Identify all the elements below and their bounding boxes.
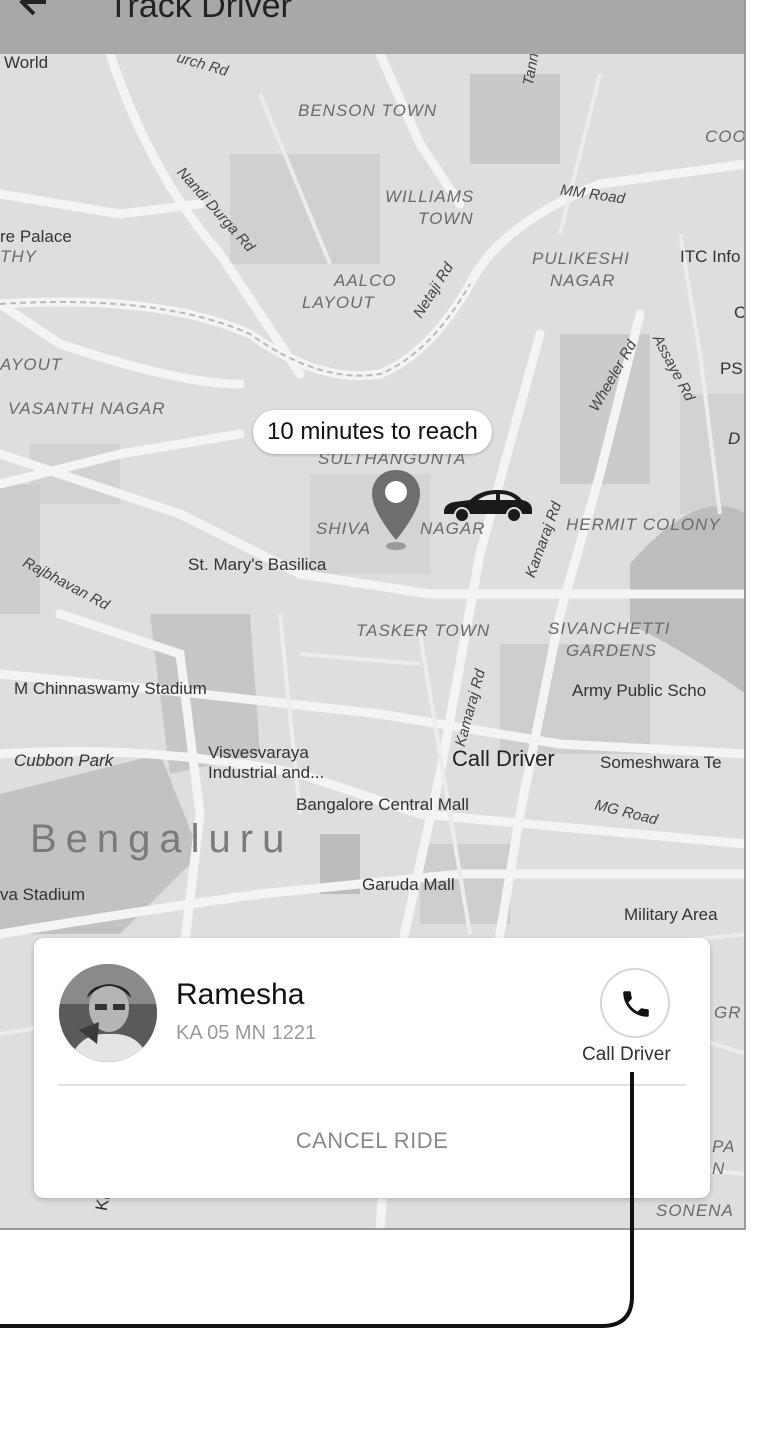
divider: [58, 1084, 686, 1086]
app-bar: Track Driver: [0, 0, 744, 54]
map-label: SONENA: [656, 1201, 734, 1220]
map-label: SIVANCHETTI: [548, 619, 671, 638]
call-driver-button[interactable]: [600, 968, 670, 1038]
driver-card: Ramesha KA 05 MN 1221 Call Driver CANCEL…: [34, 938, 710, 1198]
poi-label: Army Public Scho: [572, 681, 707, 700]
poi-label: C: [734, 303, 746, 322]
back-arrow-icon[interactable]: [16, 0, 56, 22]
call-driver-map-label: Call Driver: [452, 746, 555, 771]
poi-label: va Stadium: [0, 885, 86, 904]
map-label: SHIVA: [316, 519, 372, 538]
poi-label: Someshwara Te: [600, 753, 722, 772]
map-label: TOWN: [418, 209, 474, 228]
avatar: [59, 964, 157, 1062]
poi-label: ITC Info: [680, 247, 741, 266]
poi-label: World: [4, 53, 49, 72]
poi-label: Industrial and...: [208, 763, 325, 782]
page-title: Track Driver: [108, 0, 292, 25]
map-label: N: [712, 1159, 726, 1178]
map-label: VASANTH NAGAR: [8, 399, 166, 418]
map-label: LAYOUT: [302, 293, 375, 312]
cancel-ride-button[interactable]: CANCEL RIDE: [34, 1128, 710, 1154]
map-label: TASKER TOWN: [356, 621, 491, 640]
map-label: BENSON TOWN: [298, 101, 438, 120]
poi-label: Military Area: [624, 905, 718, 924]
poi-label: Cubbon Park: [14, 751, 114, 770]
map-label: HERMIT COLONY: [566, 515, 721, 534]
poi-label: PS: [720, 359, 743, 378]
eta-bubble: 10 minutes to reach: [253, 410, 492, 454]
vehicle-plate: KA 05 MN 1221: [176, 1022, 317, 1044]
poi-label: Garuda Mall: [362, 875, 455, 894]
driver-name: Ramesha: [176, 978, 305, 1011]
map-label: AALCO: [334, 271, 397, 290]
poi-label: Visvesvaraya: [208, 743, 309, 762]
poi-label: Bangalore Central Mall: [296, 795, 469, 814]
phone-icon: [623, 991, 649, 1017]
map-label: PULIKESHI: [532, 249, 630, 268]
phone-screen: Track Driver BENSON TOWN WILLIAMS TOWN A…: [0, 0, 746, 1230]
poi-label: M Chinnaswamy Stadium: [14, 679, 207, 698]
poi-label: St. Mary's Basilica: [188, 555, 327, 574]
city-label: Bengaluru: [30, 817, 294, 861]
location-pin-icon: [372, 470, 420, 550]
map-label: GARDENS: [566, 641, 658, 660]
map-label: COO: [705, 127, 746, 146]
car-icon: [444, 490, 532, 523]
map-label: GR: [714, 1003, 742, 1022]
map-label: AYOUT: [0, 355, 63, 374]
map-label: NAGAR: [550, 271, 616, 290]
map-label: THY: [0, 247, 37, 266]
call-driver-label: Call Driver: [582, 1044, 671, 1065]
map-label: PA: [712, 1137, 736, 1156]
poi-label: D: [728, 429, 741, 448]
map-label: WILLIAMS: [385, 187, 475, 206]
poi-label: re Palace: [0, 227, 72, 246]
driver-photo: [59, 964, 157, 1062]
